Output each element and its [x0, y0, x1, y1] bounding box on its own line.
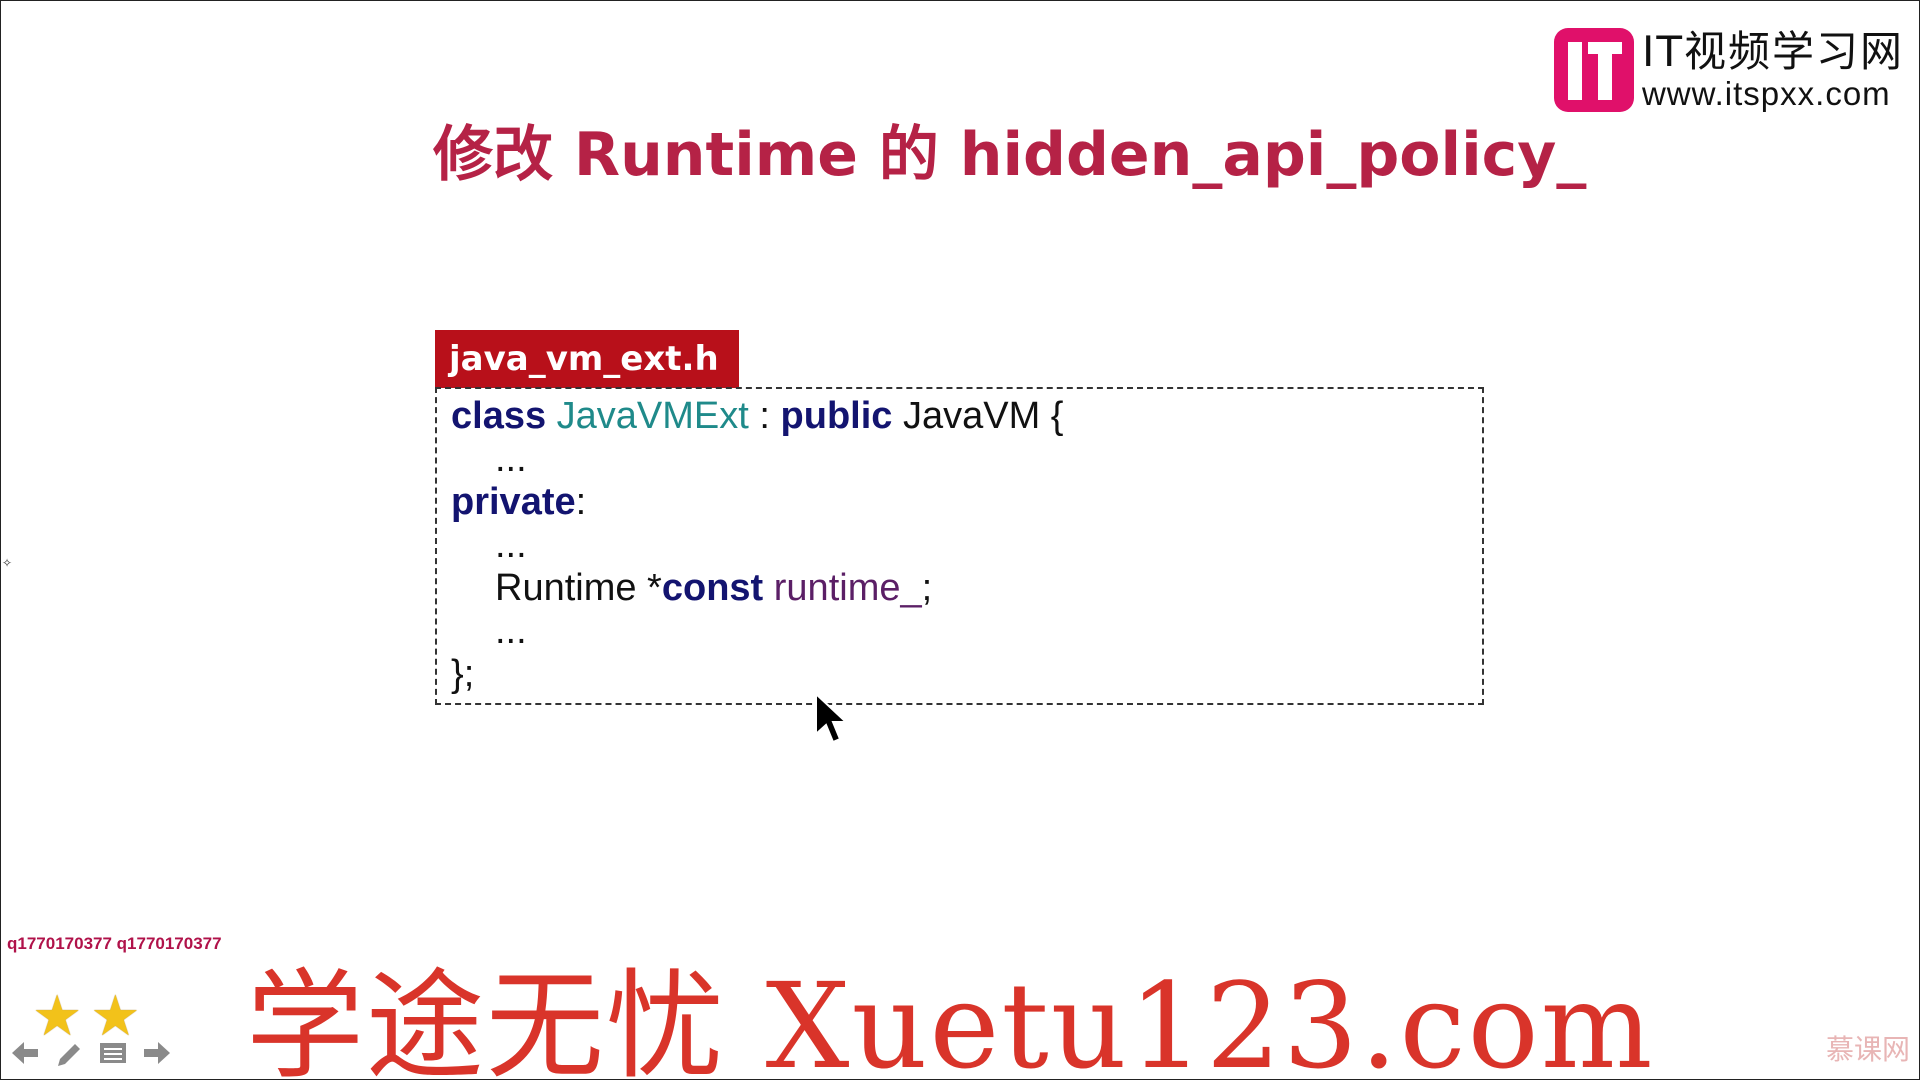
code-keyword: private: [451, 481, 576, 523]
it-logo-icon: [1553, 28, 1634, 112]
code-line-3: private:: [451, 481, 1482, 524]
rating-stars: ★ ★: [32, 988, 140, 1044]
code-text: JavaVM {: [892, 395, 1064, 437]
code-text: Runtime *: [495, 567, 662, 609]
watermark-text: 学途无忧 Xuetu123.com: [246, 957, 1655, 1080]
code-text: ;: [921, 567, 933, 609]
code-line-2: ...: [495, 438, 527, 480]
code-line-7: };: [451, 653, 475, 695]
side-marker-icon: ✧: [2, 556, 13, 570]
code-text: :: [748, 395, 781, 437]
site-logo: IT视频学习网 www.itspxx.com: [1553, 26, 1904, 112]
code-line-6: ...: [495, 610, 527, 652]
code-line-5: Runtime *const runtime_;: [451, 567, 1482, 610]
file-tab-label: java_vm_ext.h: [435, 330, 739, 388]
next-arrow-icon[interactable]: [142, 1040, 172, 1078]
code-keyword: public: [780, 395, 893, 437]
logo-title: IT视频学习网: [1641, 26, 1904, 76]
code-line-4: ...: [495, 524, 527, 566]
slide-title: 修改 Runtime 的 hidden_api_policy_: [433, 120, 1587, 190]
logo-url: www.itspxx.com: [1641, 74, 1891, 112]
code-line-1: class JavaVMExt : public JavaVM {: [451, 395, 1482, 438]
code-variable: runtime_: [773, 567, 922, 609]
qq-watermark: q1770170377 q1770170377: [7, 934, 222, 953]
previous-arrow-icon[interactable]: [10, 1040, 40, 1078]
code-keyword: const: [661, 567, 764, 609]
menu-icon[interactable]: [98, 1040, 128, 1078]
code-block: class JavaVMExt : public JavaVM { ... pr…: [435, 387, 1484, 705]
pen-icon[interactable]: [54, 1040, 84, 1078]
star-icon: ★: [32, 984, 83, 1047]
slide-nav-controls: [10, 1040, 172, 1078]
mouse-pointer-icon: [814, 691, 850, 746]
code-keyword: class: [451, 395, 547, 437]
code-class-name: JavaVMExt: [556, 395, 749, 437]
site-watermark: 慕课网: [1825, 1033, 1910, 1066]
code-text: :: [575, 481, 587, 523]
star-icon: ★: [90, 984, 141, 1047]
